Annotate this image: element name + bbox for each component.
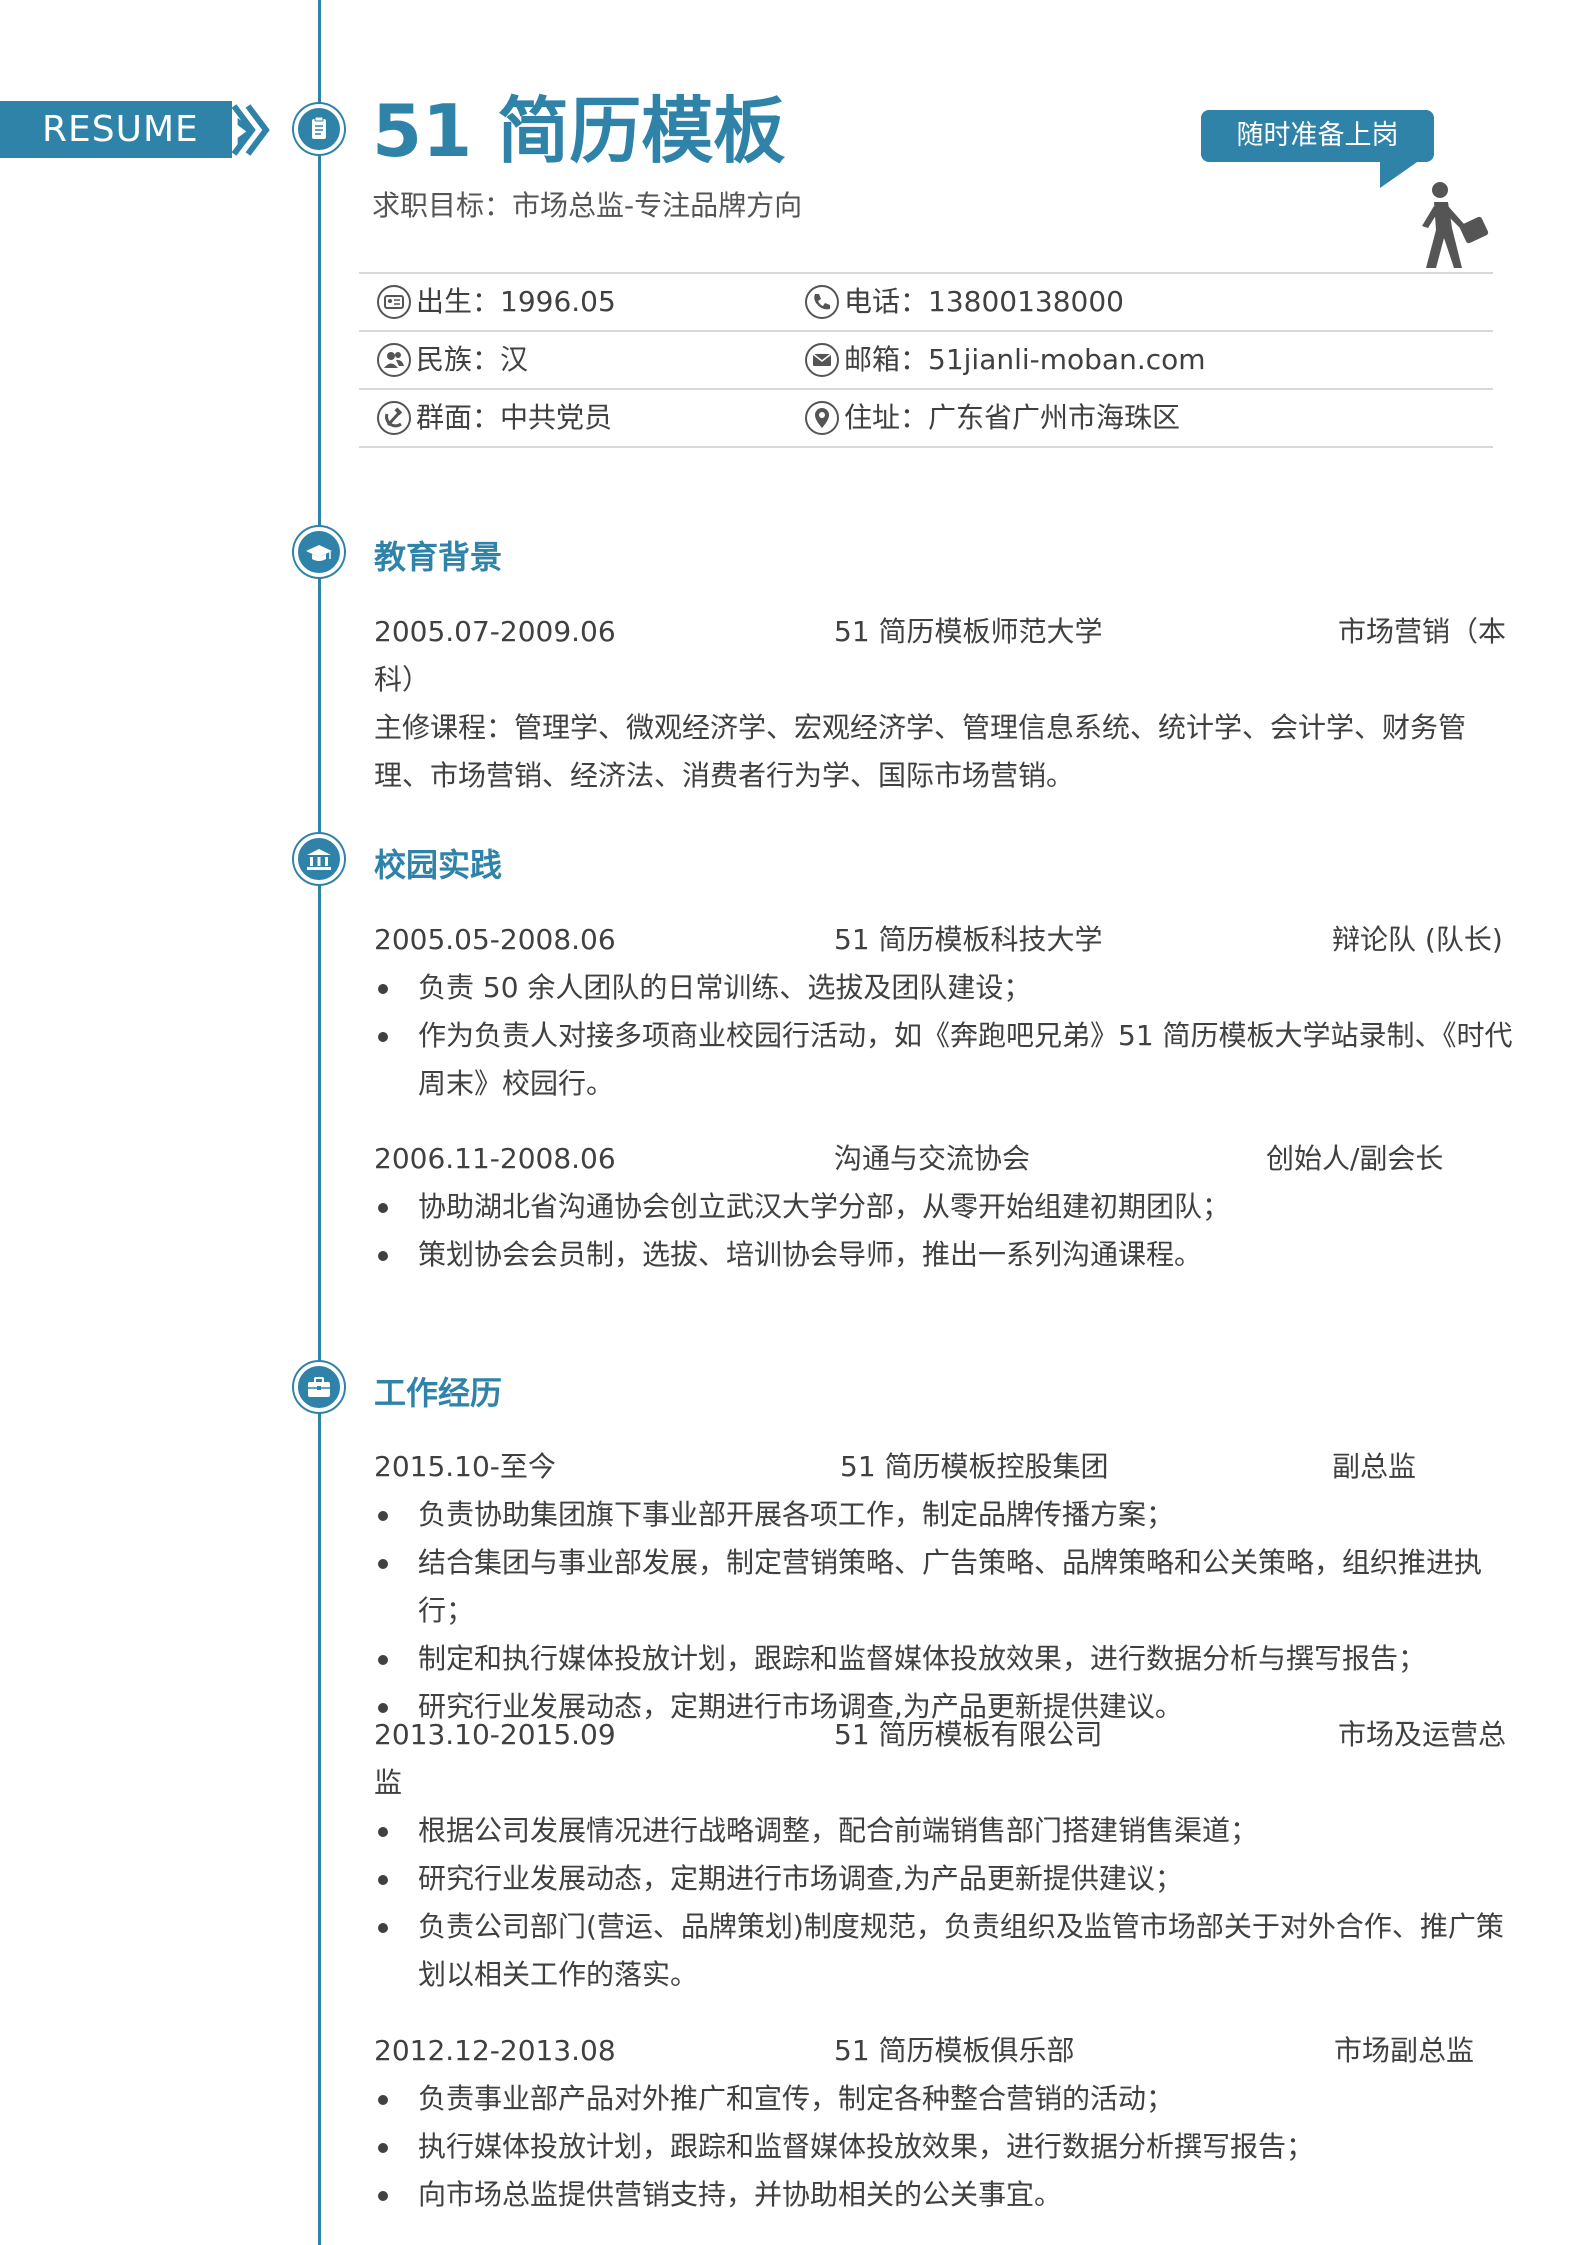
work-bullets: 负责事业部产品对外推广和宣传，制定各种整合营销的活动； 执行媒体投放计划，跟踪和… <box>374 2075 1514 2219</box>
education-node <box>294 527 344 577</box>
info-divider <box>359 272 1493 274</box>
education-courses: 主修课程：管理学、微观经济学、宏观经济学、管理信息系统、统计学、会计学、财务管理… <box>374 711 1467 792</box>
resume-doc-node <box>294 104 344 154</box>
work-org: 51 简历模板控股集团 <box>840 1450 1109 1483</box>
work-bullets: 根据公司发展情况进行战略调整，配合前端销售部门搭建销售渠道； 研究行业发展动态，… <box>374 1807 1514 1999</box>
work-bullets: 负责协助集团旗下事业部开展各项工作，制定品牌传播方案； 结合集团与事业部发展，制… <box>374 1491 1514 1731</box>
location-pin-icon <box>804 400 840 436</box>
briefcase-icon <box>308 1377 330 1397</box>
education-major-continued: 科） <box>374 663 431 696</box>
work-role-continued: 监 <box>374 1766 403 1799</box>
info-divider <box>359 330 1493 332</box>
info-email-text: 邮箱：51jianli-moban.com <box>844 343 1206 376</box>
list-item: 负责 50 余人团队的日常训练、选拔及团队建设； <box>374 964 1514 1012</box>
info-phone: 电话：13800138000 <box>804 282 1124 322</box>
id-card-icon <box>376 284 412 320</box>
list-item: 作为负责人对接多项商业校园行活动，如《奔跑吧兄弟》51 简历模板大学站录制、《时… <box>374 1012 1514 1108</box>
list-item: 研究行业发展动态，定期进行市场调查,为产品更新提供建议； <box>374 1855 1514 1903</box>
education-school: 51 简历模板师范大学 <box>834 615 1103 648</box>
campus-role: 创始人/副会长 <box>1266 1142 1444 1175</box>
info-divider <box>359 388 1493 390</box>
double-chevron-icon <box>231 104 270 156</box>
resume-badge-label: RESUME <box>42 109 199 150</box>
timeline-line <box>318 0 321 2245</box>
campus-period: 2005.05-2008.06 <box>374 923 616 956</box>
education-major: 市场营销（本 <box>1338 615 1507 648</box>
work-role: 市场副总监 <box>1334 2034 1475 2067</box>
hammer-sickle-icon <box>376 400 412 436</box>
work-node <box>294 1362 344 1412</box>
list-item: 结合集团与事业部发展，制定营销策略、广告策略、品牌策略和公关策略，组织推进执行； <box>374 1539 1514 1635</box>
campus-bullets: 负责 50 余人团队的日常训练、选拔及团队建设； 作为负责人对接多项商业校园行活… <box>374 964 1514 1108</box>
list-item: 向市场总监提供营销支持，并协助相关的公关事宜。 <box>374 2171 1514 2219</box>
education-title: 教育背景 <box>374 538 503 576</box>
campus-title: 校园实践 <box>374 846 503 884</box>
work-period: 2012.12-2013.08 <box>374 2034 616 2067</box>
info-birth: 出生：1996.05 <box>376 282 616 322</box>
campus-role: 辩论队 (队长) <box>1332 923 1503 956</box>
list-item: 策划协会会员制，选拔、培训协会导师，推出一系列沟通课程。 <box>374 1231 1514 1279</box>
campus-node <box>294 834 344 884</box>
list-item: 负责事业部产品对外推广和宣传，制定各种整合营销的活动； <box>374 2075 1514 2123</box>
graduation-cap-icon <box>306 545 332 561</box>
work-org: 51 简历模板俱乐部 <box>834 2034 1075 2067</box>
work-role: 副总监 <box>1332 1450 1417 1483</box>
info-ethnicity: 民族：汉 <box>376 340 528 380</box>
info-address: 住址：广东省广州市海珠区 <box>804 398 1180 438</box>
work-period: 2015.10-至今 <box>374 1450 556 1483</box>
work-role: 市场及运营总 <box>1338 1718 1507 1751</box>
info-birth-text: 出生：1996.05 <box>416 285 616 318</box>
list-item: 执行媒体投放计划，跟踪和监督媒体投放效果，进行数据分析撰写报告； <box>374 2123 1514 2171</box>
education-period: 2005.07-2009.06 <box>374 615 616 648</box>
info-ethnicity-text: 民族：汉 <box>416 343 529 376</box>
campus-org: 沟通与交流协会 <box>834 1142 1031 1175</box>
bubble-tail <box>1380 160 1420 188</box>
institution-icon <box>307 849 331 870</box>
campus-bullets: 协助湖北省沟通协会创立武汉大学分部，从零开始组建初期团队； 策划协会会员制，选拔… <box>374 1183 1514 1279</box>
list-item: 负责协助集团旗下事业部开展各项工作，制定品牌传播方案； <box>374 1491 1514 1539</box>
list-item: 制定和执行媒体投放计划，跟踪和监督媒体投放效果，进行数据分析与撰写报告； <box>374 1635 1514 1683</box>
job-objective: 求职目标：市场总监-专注品牌方向 <box>372 189 803 222</box>
mail-icon <box>804 342 840 378</box>
ready-bubble: 随时准备上岗 <box>1201 110 1434 162</box>
campus-org: 51 简历模板科技大学 <box>834 923 1103 956</box>
phone-icon <box>804 284 840 320</box>
work-title: 工作经历 <box>374 1374 503 1412</box>
campus-period: 2006.11-2008.06 <box>374 1142 616 1175</box>
work-org: 51 简历模板有限公司 <box>834 1718 1103 1751</box>
candidate-name: 51 简历模板 <box>372 89 786 173</box>
list-item: 协助湖北省沟通协会创立武汉大学分部，从零开始组建初期团队； <box>374 1183 1514 1231</box>
info-email: 邮箱：51jianli-moban.com <box>804 340 1206 380</box>
list-item: 根据公司发展情况进行战略调整，配合前端销售部门搭建销售渠道； <box>374 1807 1514 1855</box>
info-divider <box>359 446 1493 448</box>
list-item: 负责公司部门(营运、品牌策划)制度规范，负责组织及监管市场部关于对外合作、推广策… <box>374 1903 1514 1999</box>
walking-person-icon <box>1422 182 1489 268</box>
info-address-text: 住址：广东省广州市海珠区 <box>844 401 1181 434</box>
info-phone-text: 电话：13800138000 <box>844 285 1124 318</box>
document-icon <box>312 116 326 139</box>
info-politics: 群面：中共党员 <box>376 398 612 438</box>
work-period: 2013.10-2015.09 <box>374 1718 616 1751</box>
info-politics-text: 群面：中共党员 <box>416 401 613 434</box>
people-icon <box>376 342 412 378</box>
